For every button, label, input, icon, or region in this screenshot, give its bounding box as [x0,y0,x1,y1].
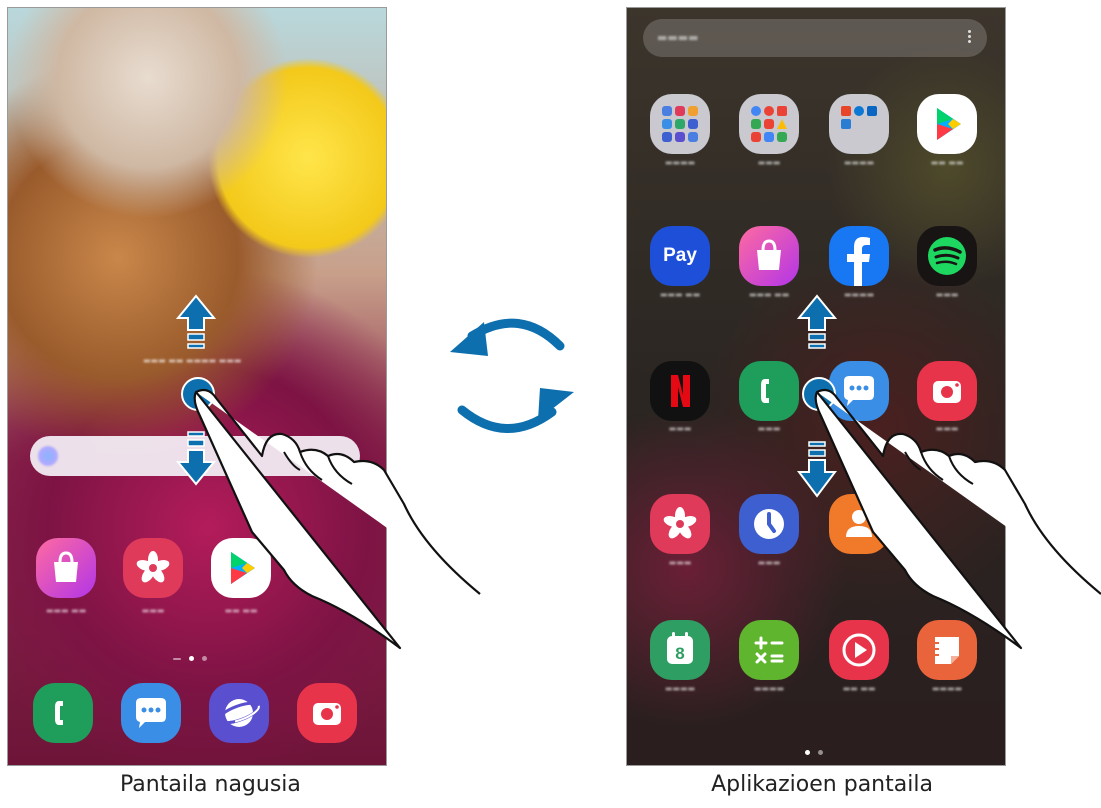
hand-pointer-icon [814,388,1101,650]
caption-apps-screen: Aplikazioen pantaila [711,772,933,797]
arrow-down-icon [797,441,837,498]
hand-pointer-icon [193,388,481,650]
arrow-down-icon [175,431,217,486]
arrow-up-icon [175,294,217,349]
rotate-arrows-icon [450,318,574,433]
arrow-up-icon [796,294,838,349]
gesture-overlay [175,294,1101,650]
caption-home-screen: Pantaila nagusia [120,772,301,797]
